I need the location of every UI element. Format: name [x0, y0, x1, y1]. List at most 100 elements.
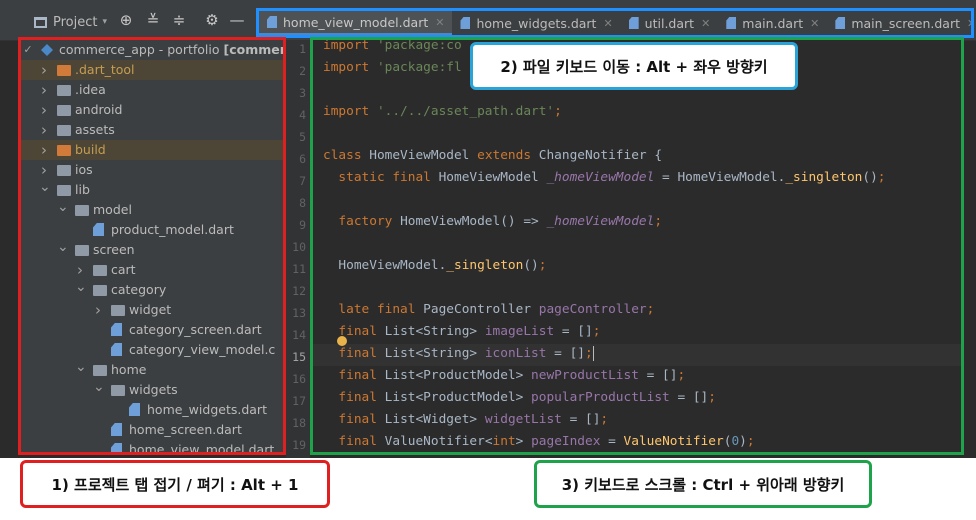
- tree-folder-item[interactable]: ⌄ screen: [21, 240, 283, 260]
- chevron-down-icon[interactable]: ⌄: [57, 200, 69, 214]
- code-line-16: final List<ProductModel> newProductList …: [338, 368, 686, 383]
- folder-icon: [57, 165, 71, 176]
- chevron-right-icon[interactable]: ›: [39, 100, 49, 120]
- tab-main-screen[interactable]: main_screen.dart ✕: [827, 11, 971, 35]
- line-number: 8: [299, 196, 306, 210]
- tree-folder-item[interactable]: ⌄ lib: [21, 180, 283, 200]
- chevron-right-icon[interactable]: ›: [39, 160, 49, 180]
- tree-item-label: home_widgets.dart: [147, 402, 267, 417]
- tree-root-label: commerce_app - portfolio [commer: [59, 40, 283, 60]
- chevron-right-icon[interactable]: ›: [39, 80, 49, 100]
- dart-file-icon: [628, 17, 639, 29]
- tree-item-label: ios: [75, 162, 93, 177]
- line-number: 7: [299, 174, 306, 188]
- line-number: 11: [292, 262, 306, 276]
- tree-item-label: category_screen.dart: [129, 322, 262, 337]
- tree-file-item[interactable]: home_screen.dart: [21, 420, 283, 440]
- chevron-right-icon[interactable]: ›: [75, 260, 85, 280]
- excluded-folder-icon: [57, 65, 71, 76]
- tree-folder-item[interactable]: › widget: [21, 300, 283, 320]
- tree-item-label: lib: [75, 182, 90, 197]
- chevron-down-icon[interactable]: ⌄: [75, 360, 87, 374]
- project-window-icon: [34, 16, 47, 28]
- tree-item-label: .dart_tool: [75, 62, 135, 77]
- folder-icon: [93, 265, 107, 276]
- globe-target-icon[interactable]: ⊕: [118, 11, 134, 29]
- root-suffix: - portfolio: [154, 42, 224, 57]
- tree-folder-item[interactable]: ⌄ model: [21, 200, 283, 220]
- code-line-1: import 'package:co: [323, 38, 462, 53]
- project-view-selector[interactable]: Project ▾: [34, 12, 107, 32]
- tree-file-item[interactable]: product_model.dart: [21, 220, 283, 240]
- tree-folder-item[interactable]: › .idea: [21, 80, 283, 100]
- chevron-right-icon[interactable]: ›: [39, 60, 49, 80]
- code-editor[interactable]: import 'package:co import 'package:fl im…: [310, 37, 964, 455]
- folder-icon: [111, 305, 125, 316]
- line-number: 5: [299, 130, 306, 144]
- tree-file-item[interactable]: category_screen.dart: [21, 320, 283, 340]
- collapse-all-icon[interactable]: ≚: [145, 11, 161, 29]
- dart-file-icon: [460, 17, 471, 29]
- editor-tab-bar: home_view_model.dart ✕ home_widgets.dart…: [256, 8, 974, 38]
- dart-file-icon: [267, 16, 277, 28]
- code-line-2: import 'package:fl: [323, 60, 462, 75]
- chevron-down-icon[interactable]: ⌄: [93, 380, 105, 394]
- tree-file-item[interactable]: category_view_model.c: [21, 340, 283, 360]
- tree-item-label: widget: [129, 302, 172, 317]
- tree-folder-item[interactable]: › build: [21, 140, 283, 160]
- excluded-folder-icon: [57, 145, 71, 156]
- tab-home-widgets[interactable]: home_widgets.dart ✕: [452, 11, 620, 35]
- chevron-down-icon[interactable]: ⌄: [57, 240, 69, 254]
- dart-file-icon: [111, 343, 122, 356]
- tree-folder-item[interactable]: ⌄ widgets: [21, 380, 283, 400]
- root-name: commerce_app: [59, 42, 155, 57]
- close-icon[interactable]: ✕: [701, 17, 710, 30]
- line-number: 9: [299, 218, 306, 232]
- tree-folder-item[interactable]: ⌄ category: [21, 280, 283, 300]
- tree-folder-item[interactable]: › .dart_tool: [21, 60, 283, 80]
- chevron-down-icon[interactable]: ⌄: [39, 180, 51, 194]
- tree-item-label: .idea: [75, 82, 106, 97]
- close-icon[interactable]: ✕: [603, 17, 612, 30]
- tab-main[interactable]: main.dart ✕: [718, 11, 827, 35]
- close-icon[interactable]: ✕: [967, 17, 971, 30]
- folder-icon: [57, 85, 71, 96]
- folder-icon: [57, 105, 71, 116]
- tree-folder-item[interactable]: › cart: [21, 260, 283, 280]
- dart-file-icon: [129, 403, 140, 416]
- code-line-14: final List<String> imageList = [];: [338, 324, 601, 339]
- close-icon[interactable]: ✕: [435, 16, 444, 29]
- tree-folder-item[interactable]: ⌄ home: [21, 360, 283, 380]
- chevron-down-icon: ✓: [23, 43, 33, 56]
- tree-file-item[interactable]: home_widgets.dart: [21, 400, 283, 420]
- tree-item-label: category: [111, 282, 167, 297]
- tree-item-label: model: [93, 202, 132, 217]
- dart-file-icon: [111, 423, 122, 436]
- tab-home-view-model[interactable]: home_view_model.dart ✕: [259, 11, 453, 35]
- tree-item-label: home_view_model.dart: [129, 442, 275, 455]
- chevron-down-icon[interactable]: ⌄: [75, 280, 87, 294]
- minimize-icon[interactable]: —: [229, 11, 245, 29]
- tab-label: home_view_model.dart: [283, 14, 429, 30]
- tab-label: home_widgets.dart: [476, 15, 597, 31]
- folder-icon: [57, 185, 71, 196]
- expand-all-icon[interactable]: ≑: [171, 11, 187, 29]
- chevron-right-icon[interactable]: ›: [39, 140, 49, 160]
- tree-folder-item[interactable]: › assets: [21, 120, 283, 140]
- close-icon[interactable]: ✕: [810, 17, 819, 30]
- dart-file-icon: [111, 443, 122, 452]
- gear-icon[interactable]: ⚙: [204, 11, 220, 29]
- tree-root[interactable]: ✓ commerce_app - portfolio [commer: [21, 40, 283, 60]
- tree-file-item[interactable]: home_view_model.dart: [21, 440, 283, 455]
- tree-folder-item[interactable]: › android: [21, 100, 283, 120]
- tree-item-label: screen: [93, 242, 135, 257]
- tree-folder-item[interactable]: › ios: [21, 160, 283, 180]
- tree-item-label: category_view_model.c: [129, 342, 276, 357]
- toolbar: Project ▾ ⊕ ≚ ≑ ⚙ — home_view_model.dart…: [0, 0, 976, 41]
- project-label: Project: [53, 14, 98, 30]
- chevron-right-icon[interactable]: ›: [39, 120, 49, 140]
- tree-item-label: cart: [111, 262, 136, 277]
- tab-util[interactable]: util.dart ✕: [621, 11, 719, 35]
- chevron-right-icon[interactable]: ›: [93, 300, 103, 320]
- tree-item-label: widgets: [129, 382, 178, 397]
